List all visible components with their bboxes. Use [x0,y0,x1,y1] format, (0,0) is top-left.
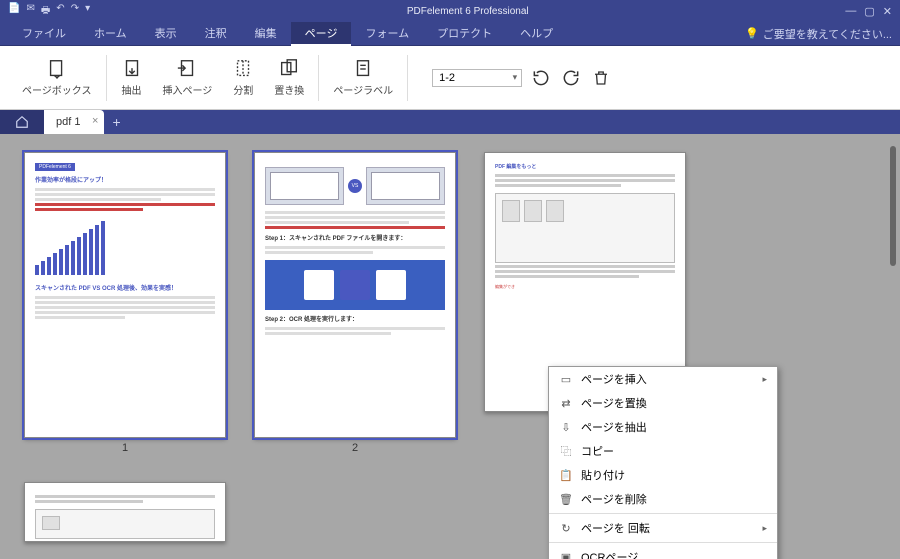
paste-icon: 📋 [559,468,573,482]
qa-mail-icon[interactable]: ✉ [26,3,34,20]
maximize-icon[interactable]: ▢ [864,5,874,18]
context-menu: ▭ ページを挿入 ▸ ⇄ ページを置換 ⇩ ページを抽出 ⿻コピー 📋 貼り付け 🗑 ページ… [548,366,778,559]
page-thumb-wrap [24,482,226,542]
split-icon [232,58,254,80]
ctx-extract[interactable]: ⇩ ページを抽出 [549,415,777,439]
rb-label: 分割 [233,82,253,97]
label-icon [352,58,374,80]
menu-page[interactable]: ページ [291,22,352,46]
tab-bar: pdf 1 × + [0,110,900,134]
ctx-label: OCRページ [581,549,638,559]
ctx-label: ページを 回転 [581,520,650,536]
separator [318,55,319,101]
close-icon[interactable]: ✕ [883,5,892,18]
title-bar: 📄 ✉ 🖶 ↶ ↷ ▾ PDFelement 6 Professional — … [0,0,900,22]
menu-bar: ファイル ホーム 表示 注釈 編集 ページ フォーム プロテクト ヘルプ 💡 ご… [0,22,900,46]
menu-comment[interactable]: 注釈 [191,22,241,46]
submenu-arrow-icon: ▸ [762,374,767,385]
home-tab[interactable] [0,110,44,134]
ctx-rotate[interactable]: ↻ ページを 回転 ▸ [549,516,777,540]
page-range-combo[interactable]: 1-2 [432,69,522,87]
page-box-icon [46,58,68,80]
qa-redo-icon[interactable]: ↷ [71,3,79,20]
insert-icon [176,58,198,80]
submenu-arrow-icon: ▸ [762,523,767,534]
add-tab-icon[interactable]: + [112,114,120,130]
qa-undo-icon[interactable]: ↶ [56,3,64,20]
ctx-copy[interactable]: ⿻コピー [549,439,777,463]
rb-label: ページボックス [22,82,92,97]
ctx-label: ページを抽出 [581,419,647,435]
app-title: PDFelement 6 Professional [90,6,845,17]
copy-icon: ⿻ [559,444,573,458]
ctx-label: コピー [581,443,614,459]
tab-title: pdf 1 [56,116,80,128]
tell-me-hint[interactable]: 💡 ご要望を教えてください... [745,26,892,42]
menu-home[interactable]: ホーム [80,22,141,46]
work-area: PDFelement 6 作業効率が格段にアップ！ スキャンされた PDF VS… [0,134,900,559]
scrollbar[interactable] [890,146,896,266]
ctx-label: ページを置換 [581,395,647,411]
menu-view[interactable]: 表示 [141,22,191,46]
extract-icon [121,58,143,80]
doc-step: Step 1：スキャンされた PDF ファイルを開きます： [265,233,445,242]
document-tab[interactable]: pdf 1 × [44,110,104,134]
ctx-label: ページを削除 [581,491,647,507]
qa-print-icon[interactable]: 🖶 [41,3,50,20]
rb-page-label[interactable]: ページラベル [323,58,403,97]
minimize-icon[interactable]: — [845,5,856,18]
ctx-ocr[interactable]: ▣ OCRページ [549,545,777,559]
rotate-icon: ↻ [559,521,573,535]
rb-split[interactable]: 分割 [222,58,264,97]
rotate-ccw-icon[interactable] [530,67,552,89]
delete-icon[interactable] [590,67,612,89]
menu-help[interactable]: ヘルプ [506,22,567,46]
doc-step: Step 2：OCR 処理を実行します： [265,314,445,323]
replace-icon: ⇄ [559,396,573,410]
qa-save-icon[interactable]: 📄 [8,3,20,20]
replace-icon [278,58,300,80]
rb-extract[interactable]: 抽出 [111,58,153,97]
rb-label: ページラベル [333,82,393,97]
page-thumb-4[interactable] [24,482,226,542]
separator [549,513,777,514]
ctx-paste[interactable]: 📋 貼り付け [549,463,777,487]
ribbon: ページボックス 抽出 挿入ページ 分割 置き換 ページラベル 1-2 [0,46,900,110]
delete-icon: 🗑 [559,492,573,506]
tab-close-icon[interactable]: × [92,115,98,127]
separator [549,542,777,543]
page-thumb-1[interactable]: PDFelement 6 作業効率が格段にアップ！ スキャンされた PDF VS… [24,152,226,438]
extract-icon: ⇩ [559,420,573,434]
rb-label: 抽出 [122,82,142,97]
ctx-insert[interactable]: ▭ ページを挿入 ▸ [549,367,777,391]
rotate-cw-icon[interactable] [560,67,582,89]
doc-tag: PDFelement 6 [35,163,75,171]
rb-label: 置き換 [274,82,304,97]
menu-file[interactable]: ファイル [8,22,80,46]
ctx-label: ページを挿入 [581,371,647,387]
menu-edit[interactable]: 編集 [241,22,291,46]
ocr-icon: ▣ [559,550,573,559]
ctx-label: 貼り付け [581,467,625,483]
ctx-delete[interactable]: 🗑 ページを削除 [549,487,777,511]
ctx-replace[interactable]: ⇄ ページを置換 [549,391,777,415]
page-thumb-wrap: PDFelement 6 作業効率が格段にアップ！ スキャンされた PDF VS… [24,152,226,454]
doc-heading: スキャンされた PDF VS OCR 処理後、効果を実感！ [35,283,215,292]
bulb-icon: 💡 [745,27,759,40]
separator [407,55,408,101]
page-number: 2 [352,442,358,454]
page-thumb-2[interactable]: VS Step 1：スキャンされた PDF ファイルを開きます： Step 2：… [254,152,456,438]
tell-me-text: ご要望を教えてください... [763,26,892,42]
menu-protect[interactable]: プロテクト [423,22,506,46]
doc-heading: 作業効率が格段にアップ！ [35,175,215,184]
rb-page-box[interactable]: ページボックス [12,58,102,97]
rb-replace[interactable]: 置き換 [264,58,314,97]
page-thumb-wrap: VS Step 1：スキャンされた PDF ファイルを開きます： Step 2：… [254,152,456,454]
separator [106,55,107,101]
insert-icon: ▭ [559,372,573,386]
rb-insert[interactable]: 挿入ページ [153,58,223,97]
rb-label: 挿入ページ [163,82,213,97]
page-number: 1 [122,442,128,454]
menu-form[interactable]: フォーム [351,22,423,46]
